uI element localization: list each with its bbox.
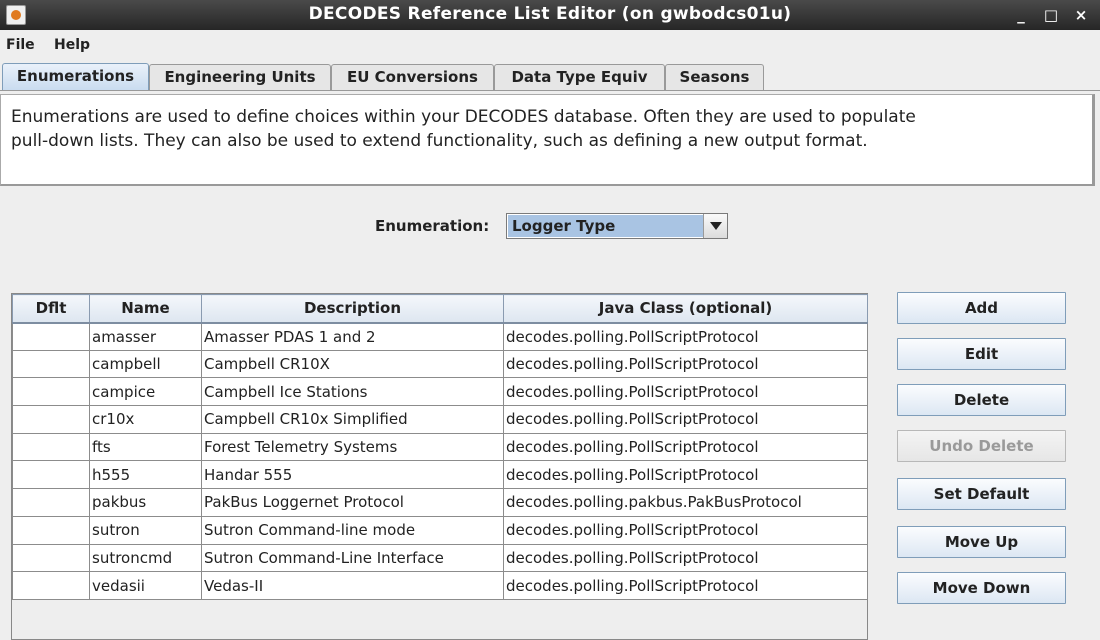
description-line-2: pull-down lists. They can also be used t… [11, 131, 868, 151]
column-header-dflt[interactable]: Dflt [12, 294, 90, 324]
cell-description: Campbell Ice Stations [201, 377, 504, 407]
cell-dflt [12, 571, 90, 600]
delete-button[interactable]: Delete [897, 384, 1066, 416]
cell-java-class: decodes.polling.PollScriptProtocol [503, 349, 868, 379]
table-row[interactable]: sutroncmd Sutron Command-Line Interface … [12, 543, 868, 573]
table-row[interactable]: vedasii Vedas-II decodes.polling.PollScr… [12, 571, 868, 600]
cell-java-class: decodes.polling.PollScriptProtocol [503, 460, 868, 490]
close-icon[interactable]: × [1070, 4, 1092, 26]
tab-divider [0, 90, 1100, 91]
description-line-1: Enumerations are used to define choices … [11, 107, 916, 127]
cell-java-class: decodes.polling.PollScriptProtocol [503, 322, 868, 351]
tab-engineering-units[interactable]: Engineering Units [149, 64, 331, 90]
tab-data-type-equiv[interactable]: Data Type Equiv [494, 64, 665, 90]
cell-java-class: decodes.polling.PollScriptProtocol [503, 432, 868, 462]
move-down-button[interactable]: Move Down [897, 572, 1066, 604]
cell-dflt [12, 488, 90, 517]
cell-dflt [12, 543, 90, 573]
cell-java-class: decodes.polling.PollScriptProtocol [503, 571, 868, 600]
cell-name: h555 [89, 460, 202, 490]
table-row[interactable]: campbell Campbell CR10X decodes.polling.… [12, 349, 868, 379]
cell-name: campice [89, 377, 202, 407]
cell-java-class: decodes.polling.PollScriptProtocol [503, 377, 868, 407]
enumeration-label: Enumeration: [375, 217, 490, 235]
cell-description: Sutron Command-Line Interface [201, 543, 504, 573]
tab-enumerations[interactable]: Enumerations [2, 63, 149, 91]
cell-description: Campbell CR10X [201, 349, 504, 379]
enumeration-selected-value[interactable]: Logger Type [508, 215, 704, 237]
cell-description: Forest Telemetry Systems [201, 432, 504, 462]
cell-description: Sutron Command-line mode [201, 515, 504, 545]
enumeration-table[interactable]: Dflt Name Description Java Class (option… [11, 293, 868, 640]
cell-dflt [12, 515, 90, 545]
table-header-row: Dflt Name Description Java Class (option… [12, 294, 868, 324]
set-default-button[interactable]: Set Default [897, 478, 1066, 510]
maximize-icon[interactable]: □ [1040, 4, 1062, 26]
cell-description: Amasser PDAS 1 and 2 [201, 322, 504, 351]
table-row[interactable]: fts Forest Telemetry Systems decodes.pol… [12, 432, 868, 462]
undo-delete-button[interactable]: Undo Delete [897, 430, 1066, 462]
cell-name: sutron [89, 515, 202, 545]
cell-description: PakBus Loggernet Protocol [201, 488, 504, 517]
cell-dflt [12, 322, 90, 351]
description-panel: Enumerations are used to define choices … [0, 94, 1095, 186]
add-button[interactable]: Add [897, 292, 1066, 324]
cell-java-class: decodes.polling.PollScriptProtocol [503, 515, 868, 545]
cell-java-class: decodes.polling.pakbus.PakBusProtocol [503, 488, 868, 517]
menu-help[interactable]: Help [54, 37, 90, 53]
cell-name: sutroncmd [89, 543, 202, 573]
enumeration-select[interactable]: Logger Type [506, 213, 728, 239]
move-up-button[interactable]: Move Up [897, 526, 1066, 558]
cell-description: Campbell CR10x Simplified [201, 405, 504, 434]
cell-name: campbell [89, 349, 202, 379]
cell-dflt [12, 460, 90, 490]
cell-name: pakbus [89, 488, 202, 517]
cell-name: vedasii [89, 571, 202, 600]
column-header-java-class[interactable]: Java Class (optional) [503, 294, 868, 324]
table-row[interactable]: amasser Amasser PDAS 1 and 2 decodes.pol… [12, 322, 868, 351]
table-row[interactable]: pakbus PakBus Loggernet Protocol decodes… [12, 488, 868, 517]
table-row[interactable]: cr10x Campbell CR10x Simplified decodes.… [12, 405, 868, 434]
cell-dflt [12, 405, 90, 434]
table-row[interactable]: h555 Handar 555 decodes.polling.PollScri… [12, 460, 868, 490]
cell-java-class: decodes.polling.PollScriptProtocol [503, 543, 868, 573]
title-bar: DECODES Reference List Editor (on gwbodc… [0, 0, 1100, 30]
chevron-down-icon[interactable] [703, 214, 727, 238]
cell-description: Vedas-II [201, 571, 504, 600]
tab-seasons[interactable]: Seasons [665, 64, 764, 90]
menu-file[interactable]: File [6, 37, 35, 53]
cell-dflt [12, 432, 90, 462]
menu-bar: File Help [0, 30, 1100, 60]
tab-eu-conversions[interactable]: EU Conversions [331, 64, 494, 90]
table-row[interactable]: sutron Sutron Command-line mode decodes.… [12, 515, 868, 545]
cell-java-class: decodes.polling.PollScriptProtocol [503, 405, 868, 434]
table-row[interactable]: campice Campbell Ice Stations decodes.po… [12, 377, 868, 407]
window-title: DECODES Reference List Editor (on gwbodc… [308, 4, 792, 24]
column-header-name[interactable]: Name [89, 294, 202, 324]
cell-name: cr10x [89, 405, 202, 434]
cell-description: Handar 555 [201, 460, 504, 490]
column-header-description[interactable]: Description [201, 294, 504, 324]
cell-dflt [12, 349, 90, 379]
cell-name: fts [89, 432, 202, 462]
edit-button[interactable]: Edit [897, 338, 1066, 370]
cell-dflt [12, 377, 90, 407]
minimize-icon[interactable]: _ [1010, 4, 1032, 26]
cell-name: amasser [89, 322, 202, 351]
